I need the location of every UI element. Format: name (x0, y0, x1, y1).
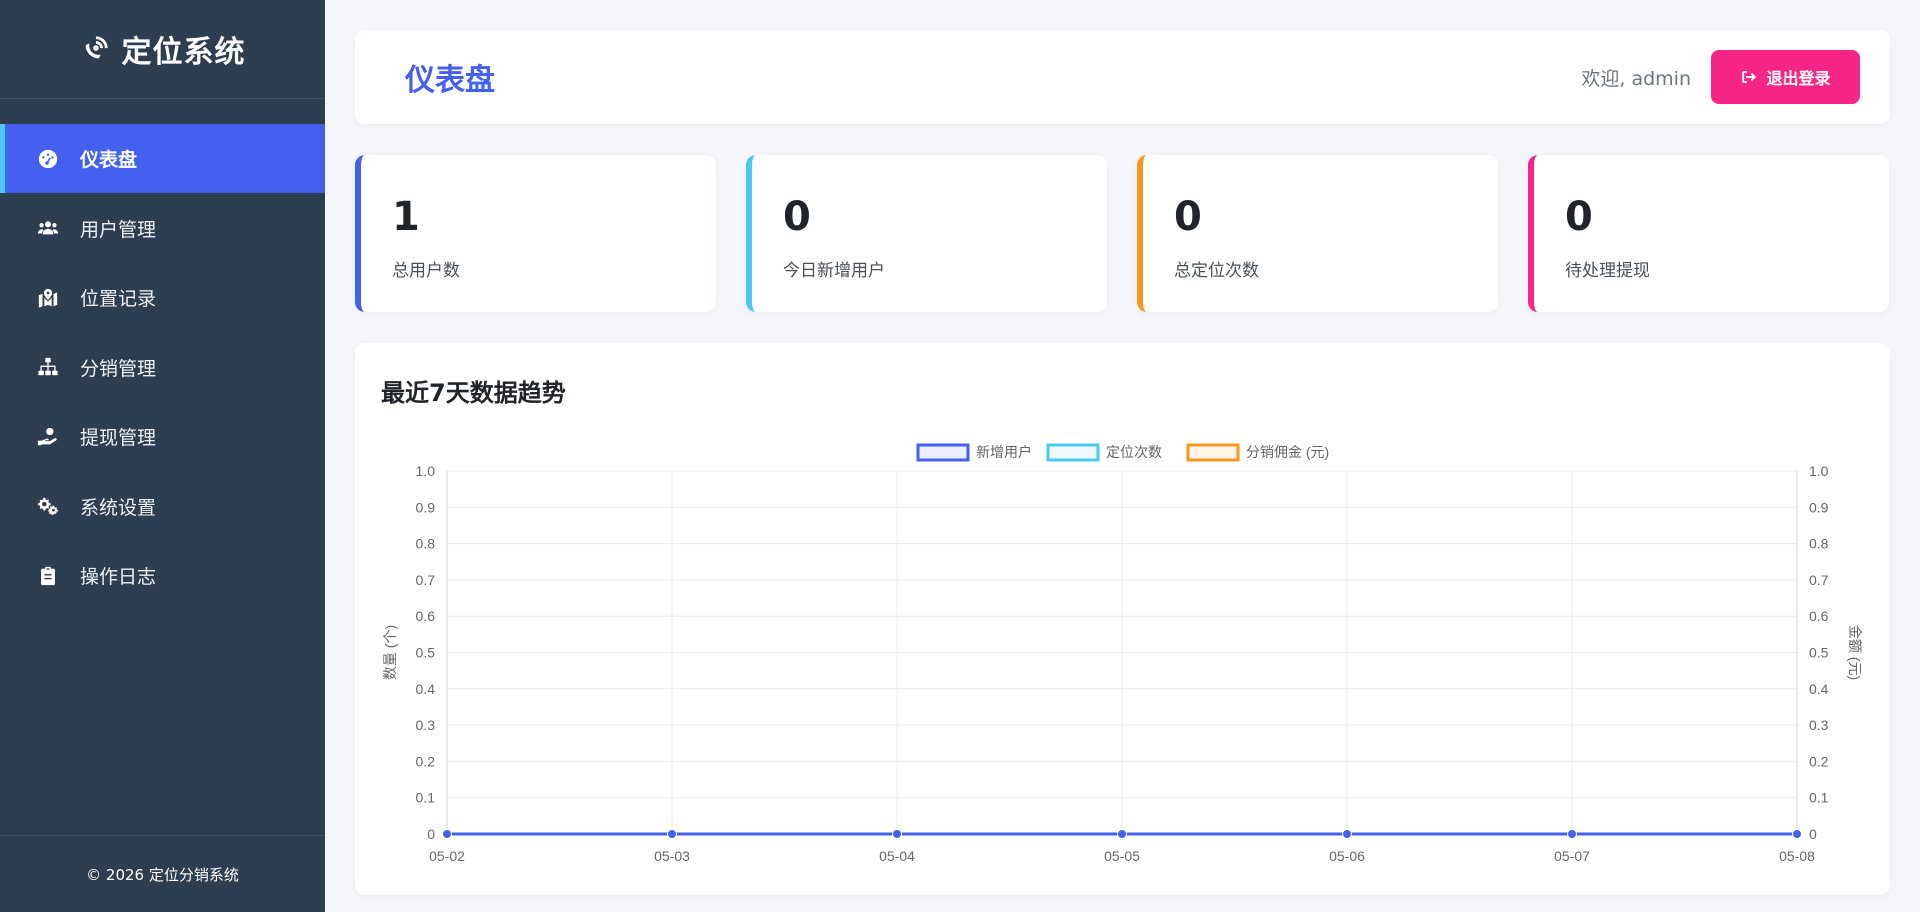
y-tick-label: 0.3 (416, 717, 436, 733)
users-icon (36, 216, 60, 240)
sidebar-item-label: 仪表盘 (80, 149, 138, 171)
cogs-icon (36, 494, 60, 518)
trend-line-chart: 0 0 0.1 0.1 0.2 0.2 0.3 0.3 0.4 0.4 0.5 0.5 0.6 0.6 0.… (382, 443, 1863, 864)
y-tick-label: 0.2 (416, 753, 436, 769)
y-tick-label: 0.5 (416, 645, 436, 661)
sidebar-item-label: 提现管理 (80, 427, 157, 449)
sidebar: 定位系统 仪表盘 用户管理 位置记录 分销管理 提现管理 系统设置 操作日志 ©… (0, 0, 325, 912)
map-marked-icon (36, 286, 60, 310)
stat-card-pending-withdrawals: 0 待处理提现 (1528, 155, 1889, 312)
y-tick-label: 0.8 (416, 536, 436, 552)
y-axis-title: 数量 (个) (382, 625, 398, 680)
legend-swatch (916, 443, 970, 462)
legend-swatch (1186, 443, 1240, 462)
stat-card-new-users-today: 0 今日新增用户 (746, 155, 1107, 312)
sidebar-item-withdrawals[interactable]: 提现管理 (0, 402, 325, 471)
x-tick-label: 05-07 (1554, 848, 1590, 864)
stat-label: 待处理提现 (1565, 261, 1650, 281)
x-tick-label: 05-02 (429, 848, 465, 864)
x-tick-label: 05-03 (654, 848, 690, 864)
sidebar-item-logs[interactable]: 操作日志 (0, 541, 325, 610)
logout-label: 退出登录 (1766, 69, 1831, 88)
data-point (667, 829, 677, 839)
y-tick-label: 1.0 (416, 463, 436, 479)
y-tick-label: 0.1 (416, 790, 436, 806)
welcome-text: 欢迎, admin (1581, 67, 1691, 90)
data-point (442, 829, 452, 839)
data-point (1342, 829, 1352, 839)
x-tick-label: 05-06 (1329, 848, 1365, 864)
header-user-area: 欢迎, admin 退出登录 (1581, 50, 1860, 104)
sidebar-item-users[interactable]: 用户管理 (0, 194, 325, 263)
sitemap-icon (36, 355, 60, 379)
y-tick-label: 0.9 (416, 499, 436, 515)
stat-value: 0 (783, 194, 811, 240)
y2-axis-title: 金额 (元) (1847, 625, 1863, 680)
y-tick-label: 0.7 (416, 572, 436, 588)
y2-tick-label: 0.3 (1809, 717, 1829, 733)
sidebar-item-dashboard[interactable]: 仪表盘 (0, 124, 325, 193)
stat-value: 0 (1174, 194, 1202, 240)
y-tick-label: 0 (427, 826, 435, 842)
data-point (1792, 829, 1802, 839)
legend-label: 定位次数 (1106, 444, 1162, 460)
stat-label: 今日新增用户 (783, 261, 885, 281)
stat-label: 总定位次数 (1174, 261, 1259, 281)
data-point (1117, 829, 1127, 839)
legend-label: 新增用户 (976, 444, 1032, 460)
stat-card-total-locations: 0 总定位次数 (1137, 155, 1498, 312)
top-header: 仪表盘 欢迎, admin 退出登录 (355, 30, 1890, 124)
y2-tick-label: 0.6 (1809, 608, 1829, 624)
y2-tick-label: 0.8 (1809, 536, 1829, 552)
stat-card-total-users: 1 总用户数 (355, 155, 716, 312)
y2-tick-label: 0.7 (1809, 572, 1829, 588)
stat-value: 0 (1565, 194, 1593, 240)
sidebar-item-label: 操作日志 (80, 566, 157, 588)
sidebar-item-distribution[interactable]: 分销管理 (0, 333, 325, 402)
brand: 定位系统 (0, 0, 325, 99)
logout-button[interactable]: 退出登录 (1711, 50, 1860, 104)
y2-tick-label: 0.5 (1809, 645, 1829, 661)
x-tick-label: 05-04 (879, 848, 915, 864)
sidebar-item-settings[interactable]: 系统设置 (0, 472, 325, 541)
tachometer-icon (36, 147, 60, 171)
y2-tick-label: 0 (1809, 826, 1817, 842)
stat-value: 1 (392, 194, 420, 240)
sidebar-item-label: 位置记录 (80, 288, 157, 310)
y-tick-label: 0.4 (416, 681, 436, 697)
y-tick-label: 0.6 (416, 608, 436, 624)
brand-title: 定位系统 (121, 35, 246, 70)
y2-tick-label: 0.1 (1809, 790, 1829, 806)
sidebar-footer: © 2026 定位分销系统 (0, 835, 325, 912)
satellite-dish-icon (80, 34, 110, 64)
trend-chart-card: 最近7天数据趋势 0 0 0.1 0.1 0.2 0.2 0.3 0.3 0.4 0.4 0.5 0.… (355, 343, 1890, 895)
y2-tick-label: 0.4 (1809, 681, 1829, 697)
sidebar-item-label: 分销管理 (80, 357, 157, 380)
page-title: 仪表盘 (405, 63, 495, 98)
sidebar-item-label: 用户管理 (80, 218, 157, 241)
legend-label: 分销佣金 (元) (1246, 444, 1329, 460)
clipboard-icon (36, 564, 60, 588)
x-tick-label: 05-05 (1104, 848, 1140, 864)
sidebar-item-locations[interactable]: 位置记录 (0, 263, 325, 332)
y2-tick-label: 0.2 (1809, 753, 1829, 769)
sidebar-nav: 仪表盘 用户管理 位置记录 分销管理 提现管理 系统设置 操作日志 (0, 124, 325, 611)
x-tick-label: 05-08 (1779, 848, 1815, 864)
sidebar-item-label: 系统设置 (80, 496, 157, 519)
data-point (892, 829, 902, 839)
hand-holding-dollar-icon (36, 425, 60, 449)
data-point (1567, 829, 1577, 839)
legend-swatch (1046, 443, 1100, 462)
sign-out-icon (1742, 71, 1757, 83)
stat-label: 总用户数 (392, 261, 460, 281)
y2-tick-label: 1.0 (1809, 463, 1829, 479)
y2-tick-label: 0.9 (1809, 499, 1829, 515)
